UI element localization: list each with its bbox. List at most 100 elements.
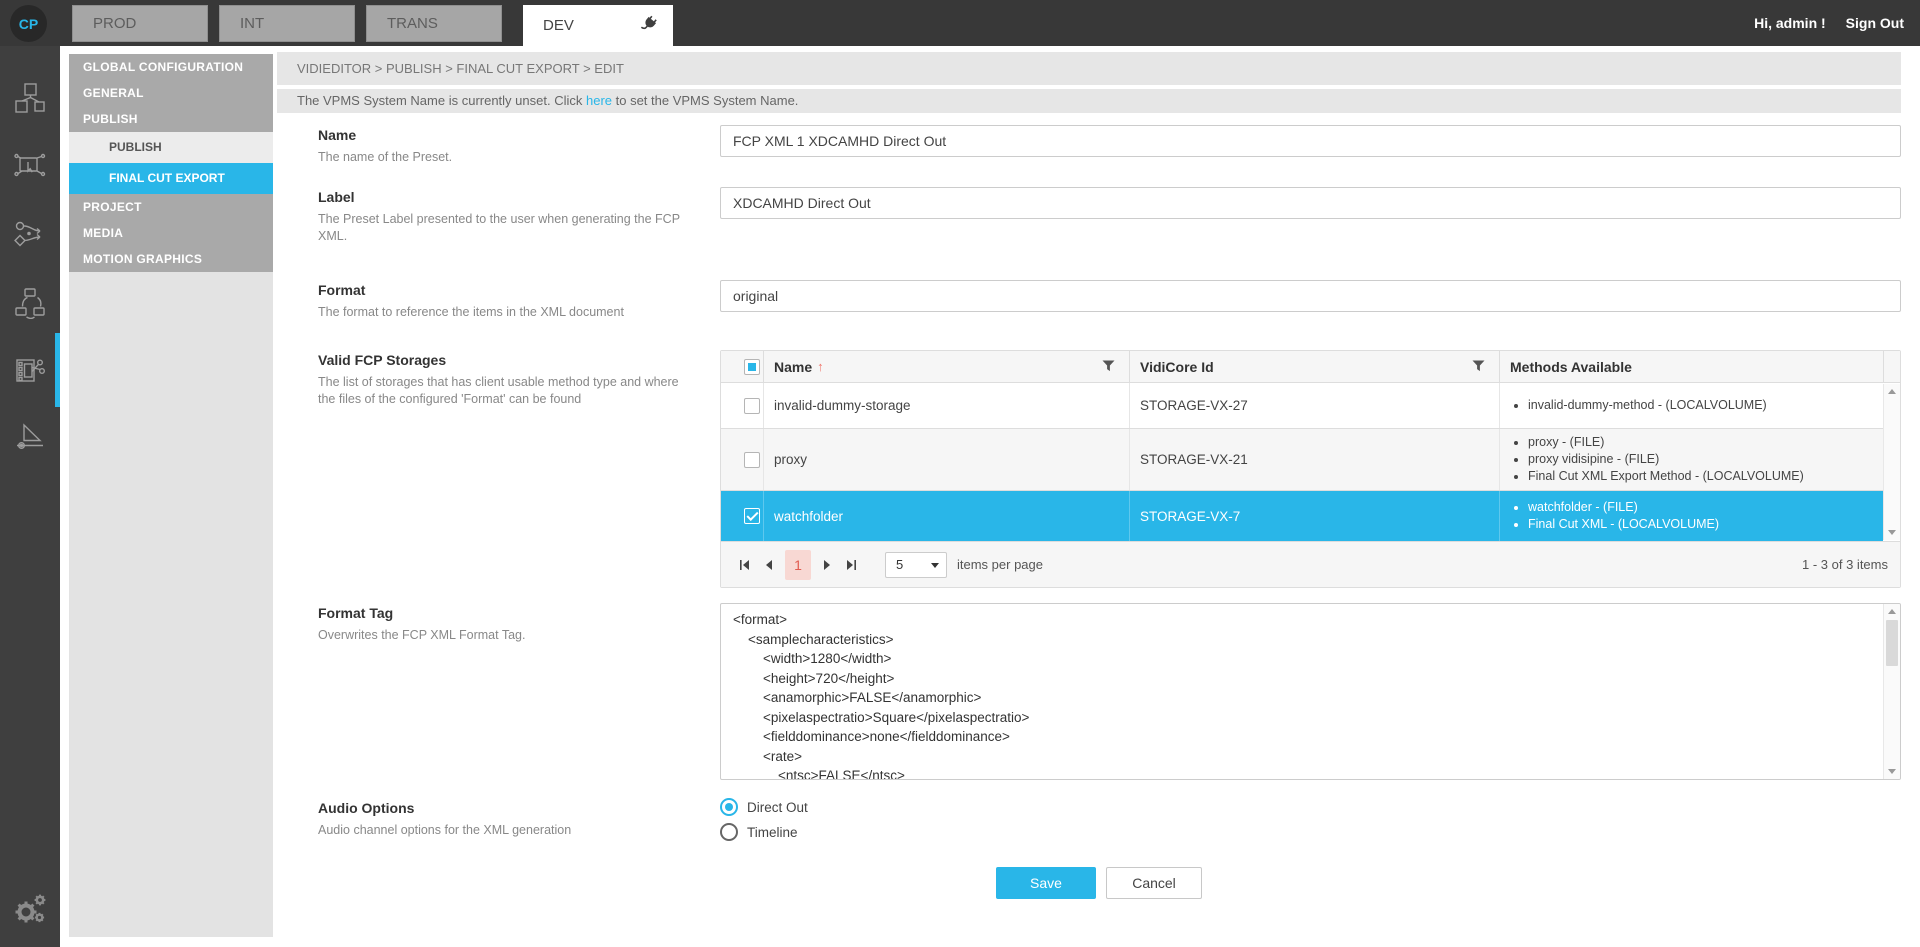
radio-timeline[interactable]: Timeline xyxy=(720,823,1901,841)
header-scroll-spacer xyxy=(1883,351,1900,382)
cell-vidicore-id: STORAGE-VX-7 xyxy=(1129,491,1499,541)
format-tag-value: <format> <samplecharacteristics> <width>… xyxy=(721,604,1900,780)
plug-icon xyxy=(639,14,659,38)
sidebar-item-general[interactable]: GENERAL xyxy=(69,80,273,106)
touch-screen-icon[interactable] xyxy=(0,132,60,200)
format-tag-textarea[interactable]: <format> <samplecharacteristics> <width>… xyxy=(720,603,1901,780)
table-row-selected[interactable]: watchfolder STORAGE-VX-7 watchfolder - (… xyxy=(721,491,1883,541)
row-checkbox[interactable] xyxy=(744,452,760,468)
label-input[interactable] xyxy=(720,187,1901,219)
scroll-down-icon[interactable] xyxy=(1888,769,1896,774)
sidebar-item-motion-graphics[interactable]: MOTION GRAPHICS xyxy=(69,246,273,272)
scroll-down-icon[interactable] xyxy=(1888,530,1896,535)
last-page-button[interactable] xyxy=(839,553,863,577)
format-input[interactable] xyxy=(720,280,1901,312)
sidebar-item-media[interactable]: MEDIA xyxy=(69,220,273,246)
storages-table-body: invalid-dummy-storage STORAGE-VX-27 inva… xyxy=(721,383,1883,541)
sidebar-item-global-configuration[interactable]: GLOBAL CONFIGURATION xyxy=(69,54,273,80)
sign-out-link[interactable]: Sign Out xyxy=(1846,15,1904,31)
active-rail-indicator xyxy=(55,333,60,407)
next-page-button[interactable] xyxy=(815,553,839,577)
format-description: The format to reference the items in the… xyxy=(318,304,720,321)
name-label: Name xyxy=(318,125,720,143)
sidebar-item-publish[interactable]: PUBLISH xyxy=(69,106,273,132)
format-tag-label: Format Tag xyxy=(318,603,720,621)
name-description: The name of the Preset. xyxy=(318,149,720,166)
radio-unselected-icon[interactable] xyxy=(720,823,738,841)
first-page-button[interactable] xyxy=(733,553,757,577)
select-all-cell xyxy=(721,351,763,382)
storages-label: Valid FCP Storages xyxy=(318,350,720,368)
cubes-icon[interactable] xyxy=(0,64,60,132)
name-input[interactable] xyxy=(720,125,1901,157)
sidebar-item-project[interactable]: PROJECT xyxy=(69,194,273,220)
cancel-button[interactable]: Cancel xyxy=(1106,867,1202,899)
filter-icon-name[interactable] xyxy=(1102,359,1115,375)
storages-table-header: Name ↑ VidiCore Id xyxy=(721,351,1900,383)
workflow-icon[interactable] xyxy=(0,200,60,268)
row-checkbox-checked[interactable] xyxy=(744,508,760,524)
radio-direct-out[interactable]: Direct Out xyxy=(720,798,1901,816)
top-bar: CP PROD INT TRANS DEV H xyxy=(0,0,1920,46)
environment-tabs: PROD INT TRANS DEV xyxy=(72,0,684,46)
storages-description: The list of storages that has client usa… xyxy=(318,374,720,408)
gears-icon[interactable] xyxy=(0,873,60,941)
table-row[interactable]: invalid-dummy-storage STORAGE-VX-27 inva… xyxy=(721,383,1883,429)
side-nav: GLOBAL CONFIGURATION GENERAL PUBLISH PUB… xyxy=(69,54,273,937)
logo-cell: CP xyxy=(0,0,60,46)
cp-logo: CP xyxy=(10,5,47,42)
sidebar-subitem-final-cut-export[interactable]: FINAL CUT EXPORT xyxy=(69,163,273,194)
name-label-block: Name The name of the Preset. xyxy=(318,125,720,166)
audio-options-description: Audio channel options for the XML genera… xyxy=(318,822,720,839)
trim-play-icon[interactable] xyxy=(0,404,60,472)
cell-name: invalid-dummy-storage xyxy=(763,383,1129,428)
format-row: Format The format to reference the items… xyxy=(318,280,1901,321)
tab-int[interactable]: INT xyxy=(219,5,355,42)
save-button[interactable]: Save xyxy=(996,867,1096,899)
video-edit-icon[interactable] xyxy=(0,336,60,404)
tab-dev[interactable]: DEV xyxy=(523,5,673,46)
cell-methods: invalid-dummy-method - (LOCALVOLUME) xyxy=(1499,383,1883,428)
cell-vidicore-id: STORAGE-VX-27 xyxy=(1129,383,1499,428)
sidebar-subitem-publish[interactable]: PUBLISH xyxy=(69,132,273,163)
row-checkbox[interactable] xyxy=(744,398,760,414)
format-tag-label-block: Format Tag Overwrites the FCP XML Format… xyxy=(318,603,720,780)
greeting-text: Hi, admin ! xyxy=(1754,15,1826,31)
scroll-up-icon[interactable] xyxy=(1888,609,1896,614)
radio-selected-icon[interactable] xyxy=(720,798,738,816)
current-page-button[interactable]: 1 xyxy=(785,550,811,580)
cell-methods: proxy - (FILE) proxy vidisipine - (FILE)… xyxy=(1499,429,1883,490)
cell-name: proxy xyxy=(763,429,1129,490)
column-header-name[interactable]: Name ↑ xyxy=(763,351,1129,382)
cycle-icon[interactable] xyxy=(0,268,60,336)
here-link[interactable]: here xyxy=(586,93,612,108)
scroll-up-icon[interactable] xyxy=(1888,389,1896,394)
column-header-vidicore-id[interactable]: VidiCore Id xyxy=(1129,351,1499,382)
audio-label-block: Audio Options Audio channel options for … xyxy=(318,798,720,899)
label-row: Label The Preset Label presented to the … xyxy=(318,187,1901,245)
icon-rail xyxy=(0,46,60,947)
tab-prod[interactable]: PROD xyxy=(72,5,208,42)
pager-summary: 1 - 3 of 3 items xyxy=(1802,557,1888,572)
format-tag-description: Overwrites the FCP XML Format Tag. xyxy=(318,627,720,644)
tab-trans[interactable]: TRANS xyxy=(366,5,502,42)
breadcrumb: VIDIEDITOR > PUBLISH > FINAL CUT EXPORT … xyxy=(277,52,1901,85)
audio-options-label: Audio Options xyxy=(318,798,720,816)
table-row[interactable]: proxy STORAGE-VX-21 proxy - (FILE) proxy… xyxy=(721,429,1883,491)
previous-page-button[interactable] xyxy=(757,553,781,577)
audio-options-group: Direct Out Timeline Save Cancel xyxy=(720,798,1901,899)
label-description: The Preset Label presented to the user w… xyxy=(318,211,720,245)
select-all-checkbox[interactable] xyxy=(744,359,760,375)
label-label-block: Label The Preset Label presented to the … xyxy=(318,187,720,245)
page-size-select[interactable]: 5 xyxy=(885,552,947,578)
filter-icon-vidicore[interactable] xyxy=(1472,359,1485,375)
scrollbar-thumb[interactable] xyxy=(1886,620,1898,666)
cell-methods: watchfolder - (FILE) Final Cut XML - (LO… xyxy=(1499,491,1883,541)
textarea-scrollbar[interactable] xyxy=(1883,604,1900,779)
app-window: CP PROD INT TRANS DEV H xyxy=(0,0,1920,947)
form-actions: Save Cancel xyxy=(996,867,1901,899)
storages-row: Valid FCP Storages The list of storages … xyxy=(318,350,1901,588)
table-scrollbar[interactable] xyxy=(1883,384,1900,540)
sort-asc-icon: ↑ xyxy=(817,359,824,374)
label-label: Label xyxy=(318,187,720,205)
